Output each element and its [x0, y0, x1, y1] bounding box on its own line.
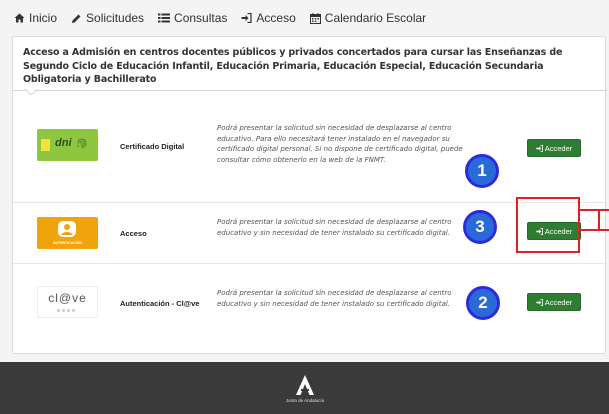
- highlight-box: [516, 197, 580, 253]
- junta-logo: Junta de Andalucía: [284, 374, 326, 408]
- row-title-clave: Autenticación - Cl@ve: [120, 299, 200, 308]
- fingerprint-icon: [77, 138, 87, 148]
- pencil-icon: [72, 14, 81, 23]
- highlight-bracket: [598, 209, 600, 231]
- highlight-line-bottom: [580, 229, 609, 231]
- clave-logo: cl@ve: [37, 286, 98, 318]
- nav-label-acceso: Acceso: [256, 11, 296, 25]
- card-header: Acceso a Admisión en centros docentes pú…: [23, 47, 563, 85]
- list-icon: [158, 13, 171, 23]
- junta-andalucia-logo-icon: [296, 375, 314, 395]
- sign-in-icon: [241, 13, 253, 23]
- highlight-line-top: [580, 209, 609, 211]
- home-icon: [14, 13, 25, 23]
- step-badge-1: 1: [465, 154, 499, 188]
- autenticacion-logo: AUTENTICACIÓN: [37, 217, 98, 249]
- dni-logo-text: dni: [55, 137, 72, 149]
- row-desc-acceso: Podrá presentar la solicitud sin necesid…: [217, 218, 452, 237]
- autenticacion-logo-text: AUTENTICACIÓN: [53, 241, 82, 245]
- sign-in-icon: [536, 144, 543, 152]
- access-card: Acceso a Admisión en centros docentes pú…: [12, 36, 607, 354]
- nav-item-inicio[interactable]: Inicio: [14, 11, 57, 25]
- nav-item-acceso[interactable]: Acceso: [241, 11, 296, 25]
- nav-item-calendario[interactable]: Calendario Escolar: [309, 11, 427, 25]
- acceder-label: Acceder: [544, 297, 573, 307]
- nav-label-inicio: Inicio: [29, 11, 58, 25]
- nav-label-solicitudes: Solicitudes: [86, 11, 145, 25]
- nav-label-calendario: Calendario Escolar: [324, 11, 427, 25]
- clave-logo-text: cl@ve: [48, 291, 87, 305]
- access-option-certificado: dni Certificado Digital Podrá presentar …: [13, 95, 607, 202]
- calendar-icon: [309, 12, 321, 24]
- footer-org-name: Junta de Andalucía: [285, 398, 325, 403]
- top-navigation: Inicio Solicitudes Consultas Acceso Cale…: [0, 0, 609, 36]
- acceder-button-certificado[interactable]: Acceder: [527, 139, 581, 157]
- dni-logo: dni: [37, 129, 98, 161]
- nav-item-consultas[interactable]: Consultas: [158, 11, 227, 25]
- sign-in-icon: [536, 298, 543, 306]
- row-desc-certificado: Podrá presentar la solicitud sin necesid…: [217, 124, 463, 164]
- row-title-acceso: Acceso: [120, 229, 147, 238]
- step-badge-2: 2: [466, 286, 500, 320]
- acceder-label: Acceder: [544, 143, 573, 153]
- header-divider: [13, 90, 607, 91]
- nav-item-solicitudes[interactable]: Solicitudes: [71, 11, 144, 25]
- nav-label-consultas: Consultas: [174, 11, 228, 25]
- step-badge-3: 3: [463, 210, 497, 244]
- row-title-certificado: Certificado Digital: [120, 142, 185, 151]
- clave-dots: [57, 309, 75, 312]
- access-option-clave: cl@ve Autenticación - Cl@ve Podrá presen…: [13, 263, 607, 345]
- acceder-button-clave[interactable]: Acceder: [527, 293, 581, 311]
- row-desc-clave: Podrá presentar la solicitud sin necesid…: [217, 289, 452, 308]
- footer: Junta de Andalucía: [0, 362, 609, 414]
- user-key-icon: [58, 221, 76, 237]
